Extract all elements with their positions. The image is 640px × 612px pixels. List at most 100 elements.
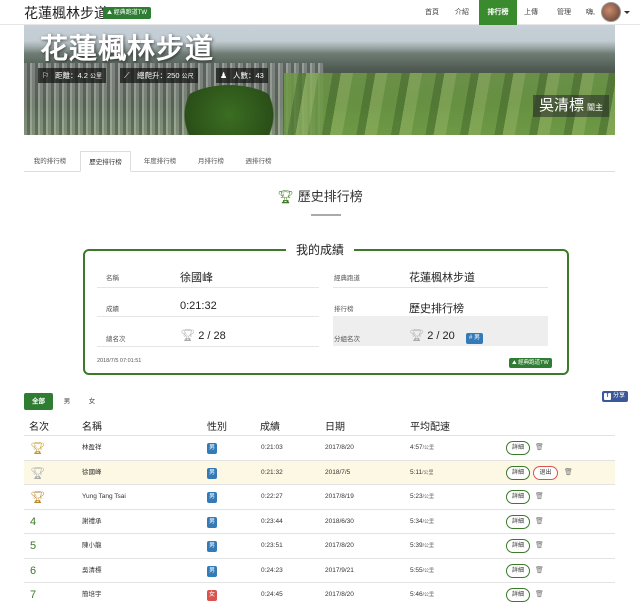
my-result-title: 我的成績 (0, 241, 640, 258)
owner-name[interactable]: 吳清標 (539, 97, 584, 114)
heading-divider (311, 214, 341, 216)
filter-all[interactable]: 全部 (24, 393, 53, 410)
trophy-icon: 🏆︎ (30, 490, 46, 504)
avg-pace-value: 5:23 (410, 493, 423, 500)
user-greeting: 嗨, (586, 9, 595, 16)
name-value: 徐國峰 (180, 272, 213, 284)
nav-intro[interactable]: 介紹 (447, 0, 477, 25)
people-label: 人數：43 (233, 71, 264, 80)
tab-monthly-leaderboard[interactable]: 月排行榜 (190, 151, 232, 172)
runner-name[interactable]: 謝禮承 (82, 510, 102, 534)
detail-button[interactable]: 詳細 (506, 588, 530, 602)
route-value: 花蓮楓林步道 (409, 272, 475, 284)
rank-value: 6 (30, 564, 37, 577)
avg-pace-value: 5:11 (410, 468, 423, 476)
trophy-icon: 🏆︎ (180, 328, 196, 342)
brand-badge-label: 經典跑道TW (113, 10, 148, 16)
rank-cell: 🏆︎ (30, 436, 45, 460)
chevron-down-icon[interactable] (624, 11, 630, 14)
tab-yearly-leaderboard[interactable]: 年度排行榜 (134, 151, 186, 172)
avg-pace-value: 5:55 (410, 566, 423, 574)
result-timestamp: 2018/7/5 07:01:51 (97, 358, 142, 364)
trophy-icon: 🏆︎ (30, 465, 46, 480)
trash-icon[interactable]: 🗑︎ (564, 461, 573, 485)
trash-icon[interactable]: 🗑︎ (535, 485, 544, 509)
run-date: 2017/8/20 (325, 542, 354, 549)
avg-pace: 5:23/公里 (410, 485, 434, 509)
gender-badge: 男 (207, 565, 217, 577)
filter-male[interactable]: 男 (59, 393, 75, 410)
time-label: 成績 (106, 306, 119, 313)
group-badge-label: 男 (474, 335, 481, 341)
nav-manage[interactable]: 管理 (549, 0, 579, 25)
pace-unit: /公里 (422, 592, 435, 598)
tab-history-leaderboard[interactable]: 歷史排行榜 (80, 151, 131, 172)
detail-button[interactable]: 詳細 (506, 465, 530, 480)
avg-pace-value: 5:34 (410, 517, 423, 525)
finish-time: 0:21:03 (261, 444, 283, 451)
my-result-card (83, 249, 569, 375)
detail-button[interactable]: 詳細 (506, 539, 530, 553)
leaderboard-tabs: 我的排行榜 歷史排行榜 年度排行榜 月排行榜 週排行榜 (24, 151, 615, 172)
runner-name[interactable]: 陳小龍 (82, 534, 102, 558)
elevation-stat: ⟋ 總爬升：250 公尺 (120, 68, 198, 83)
rank-cell: 4 (30, 510, 36, 534)
pace-unit: /公里 (422, 543, 435, 549)
detail-button[interactable]: 詳細 (506, 563, 530, 578)
share-button[interactable]: f 分享 (602, 391, 629, 402)
quit-button[interactable]: 退出 (533, 465, 558, 480)
group-rank: 🏆︎ 2 / 20 (409, 328, 455, 342)
overall-rank-label: 總名次 (106, 336, 126, 343)
avg-pace: 5:46/公里 (410, 583, 434, 607)
avg-pace: 5:34/公里 (410, 510, 434, 534)
trash-icon[interactable]: 🗑︎ (535, 436, 544, 460)
nav-home[interactable]: 首頁 (417, 0, 447, 25)
table-row: 6 吳清標 男 0:24:23 2017/9/21 5:55/公里 詳細 🗑︎ (24, 557, 615, 583)
rank-cell: 5 (30, 534, 36, 558)
runner-name[interactable]: 林盈祥 (82, 436, 102, 460)
tab-weekly-leaderboard[interactable]: 週排行榜 (237, 151, 280, 172)
pace-unit: /公里 (422, 518, 435, 525)
runner-name[interactable]: Yung Tang Tsai (82, 485, 126, 509)
detail-button[interactable]: 詳細 (506, 514, 530, 529)
pace-unit: /公里 (422, 469, 434, 476)
share-label: 分享 (613, 393, 626, 399)
detail-button[interactable]: 詳細 (506, 490, 530, 504)
card-logo-badge: ⛰ 經典跑道TW (509, 358, 552, 368)
filter-female[interactable]: 女 (84, 393, 100, 410)
run-date: 2018/7/5 (325, 468, 351, 476)
nav-leaderboard[interactable]: 排行榜 (479, 0, 517, 25)
table-row: 7 簡培宇 女 0:24:45 2017/8/20 5:46/公里 詳細 🗑︎ (24, 582, 615, 607)
avg-pace: 5:11/公里 (410, 461, 434, 485)
column-header-gender: 性別 (207, 422, 227, 433)
trash-icon[interactable]: 🗑︎ (535, 583, 544, 607)
runner-name[interactable]: 吳清標 (82, 559, 102, 583)
detail-button[interactable]: 詳細 (506, 441, 530, 455)
trash-icon[interactable]: 🗑︎ (535, 534, 544, 558)
tab-my-leaderboard[interactable]: 我的排行榜 (24, 151, 76, 172)
finish-time: 0:24:45 (261, 591, 283, 598)
route-owner: 吳清標 關主 (532, 95, 609, 117)
avatar[interactable] (601, 2, 621, 22)
rank-cell: 6 (30, 559, 36, 583)
trash-icon[interactable]: 🗑︎ (535, 559, 544, 583)
gender-badge: 男 (207, 467, 217, 479)
finish-time: 0:24:23 (261, 566, 283, 574)
finish-time: 0:22:27 (261, 493, 283, 500)
nav-upload[interactable]: 上傳 (517, 0, 545, 25)
my-result-title-text: 我的成績 (285, 243, 354, 257)
distance-label: 距離：4.2 (55, 71, 88, 80)
divider (97, 287, 319, 288)
avg-pace-value: 4:57 (410, 444, 423, 451)
pace-unit: /公里 (422, 567, 435, 574)
name-label: 名稱 (106, 275, 119, 282)
table-row: 4 謝禮承 男 0:23:44 2018/6/30 5:34/公里 詳細 🗑︎ (24, 508, 615, 534)
trophy-icon: 🏆︎ (409, 328, 425, 342)
finish-time: 0:23:51 (261, 542, 283, 549)
divider (333, 287, 548, 288)
card-logo-label: 經典跑道TW (518, 360, 549, 366)
runner-name[interactable]: 徐國峰 (82, 461, 102, 485)
brand-title[interactable]: 花蓮楓林步道 (24, 3, 108, 23)
trash-icon[interactable]: 🗑︎ (535, 510, 544, 534)
runner-name[interactable]: 簡培宇 (82, 583, 102, 607)
